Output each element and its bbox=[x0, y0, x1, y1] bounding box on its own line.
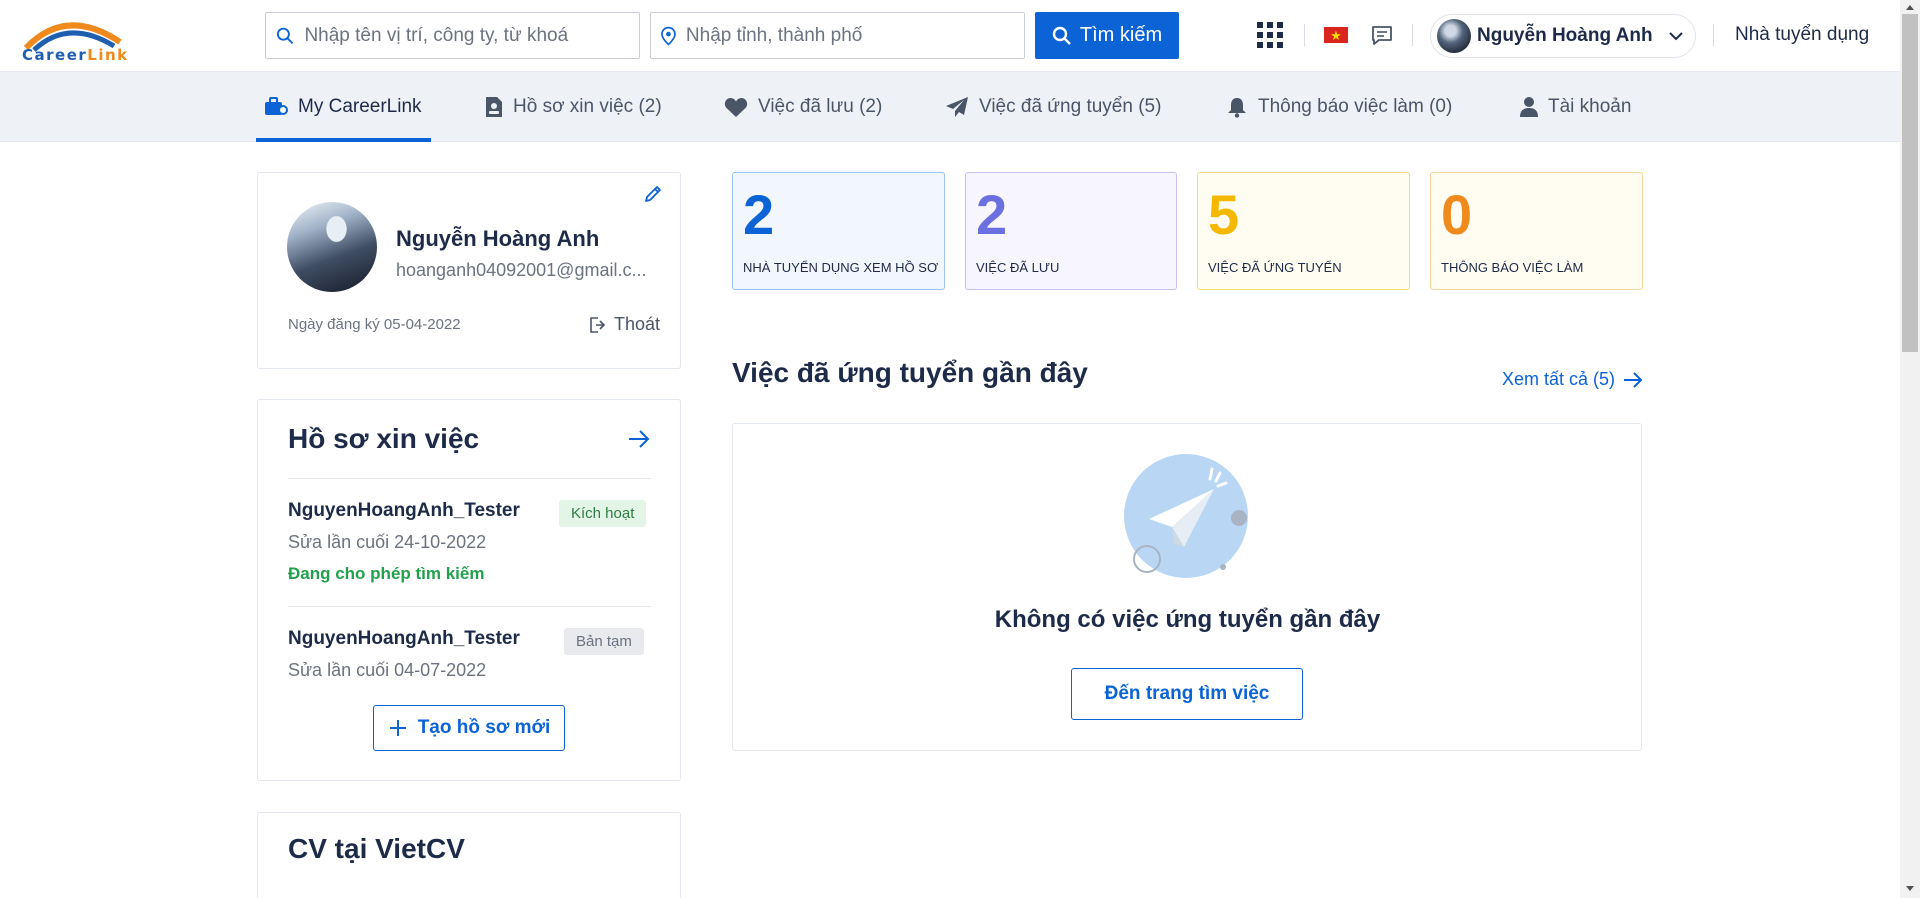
user-icon bbox=[1520, 97, 1538, 117]
chevron-down-icon bbox=[1668, 32, 1683, 41]
stat-value: 0 bbox=[1441, 183, 1473, 246]
status-badge: Kích hoạt bbox=[559, 500, 647, 527]
logo-text: CareerLink bbox=[22, 46, 129, 64]
go-to-jobs-button[interactable]: Đến trang tìm việc bbox=[1071, 668, 1303, 720]
divider bbox=[288, 478, 651, 479]
paper-plane-illustration-icon bbox=[1124, 454, 1248, 578]
empty-state-message: Không có việc ứng tuyển gần đây bbox=[994, 606, 1381, 633]
vietnam-flag-icon[interactable]: ★ bbox=[1324, 27, 1348, 43]
logout-icon bbox=[590, 316, 606, 333]
see-all-link[interactable]: Xem tất cả (5) bbox=[1502, 369, 1643, 390]
profile-name: Nguyễn Hoàng Anh bbox=[396, 226, 600, 251]
tab-label: Tài khoản bbox=[1548, 96, 1632, 117]
logout-button[interactable]: Thoát bbox=[588, 314, 660, 335]
vietcv-title: CV tại VietCV bbox=[288, 833, 465, 864]
plus-icon bbox=[389, 720, 406, 736]
tab-label: My CareerLink bbox=[298, 96, 422, 117]
divider bbox=[288, 606, 651, 607]
resume-edited-date: Sửa lần cuối 04-07-2022 bbox=[288, 660, 487, 680]
search-button[interactable]: Tìm kiếm bbox=[1035, 12, 1179, 59]
heart-icon bbox=[724, 97, 748, 117]
profile-avatar bbox=[287, 202, 377, 292]
see-all-label: Xem tất cả (5) bbox=[1502, 369, 1616, 389]
stat-label: THÔNG BÁO VIỆC LÀM bbox=[1441, 260, 1584, 275]
arrow-right-icon bbox=[1624, 371, 1643, 388]
tab-resumes[interactable]: Hồ sơ xin việc (2) bbox=[485, 72, 662, 142]
tab-saved-jobs[interactable]: Việc đã lưu (2) bbox=[724, 72, 882, 142]
registration-date: Ngày đăng ký 05-04-2022 bbox=[288, 316, 461, 333]
user-name: Nguyễn Hoàng Anh bbox=[1477, 25, 1653, 46]
briefcase-user-icon bbox=[265, 97, 288, 115]
create-resume-button[interactable]: Tạo hồ sơ mới bbox=[373, 705, 565, 751]
profile-email: hoanganh04092001@gmail.c... bbox=[396, 260, 647, 280]
apps-grid-icon[interactable] bbox=[1257, 22, 1283, 48]
stat-saved-jobs[interactable]: 2 VIỆC ĐÃ LƯU bbox=[965, 172, 1177, 290]
scrollbar-thumb[interactable] bbox=[1902, 14, 1918, 352]
stat-label: VIỆC ĐÃ LƯU bbox=[976, 260, 1060, 275]
status-badge: Bản tạm bbox=[564, 628, 644, 655]
tab-account[interactable]: Tài khoản bbox=[1520, 72, 1631, 142]
careerlink-logo[interactable]: CareerLink bbox=[20, 12, 129, 64]
account-nav: My CareerLink Hồ sơ xin việc (2) Việc đã… bbox=[0, 72, 1900, 142]
divider bbox=[1412, 24, 1413, 46]
divider bbox=[1713, 24, 1714, 46]
stat-applied-jobs[interactable]: 5 VIỆC ĐÃ ỨNG TUYỂN bbox=[1197, 172, 1410, 290]
tab-applied-jobs[interactable]: Việc đã ứng tuyển (5) bbox=[945, 72, 1161, 142]
stat-value: 2 bbox=[743, 183, 775, 246]
pencil-icon[interactable] bbox=[643, 184, 663, 204]
scroll-up-arrow-icon[interactable] bbox=[1904, 2, 1916, 12]
keyword-search-input[interactable] bbox=[304, 24, 639, 47]
tab-label: Thông báo việc làm (0) bbox=[1258, 96, 1453, 117]
divider bbox=[1304, 24, 1305, 46]
bell-icon bbox=[1228, 98, 1246, 118]
scroll-down-arrow-icon[interactable] bbox=[1904, 884, 1916, 894]
avatar bbox=[1437, 19, 1471, 53]
stat-value: 5 bbox=[1208, 183, 1240, 246]
user-menu[interactable]: Nguyễn Hoàng Anh bbox=[1430, 14, 1696, 58]
resume-name[interactable]: NguyenHoangAnh_Tester bbox=[288, 500, 520, 522]
stat-value: 2 bbox=[976, 183, 1008, 246]
employer-link[interactable]: Nhà tuyển dụng bbox=[1735, 24, 1869, 46]
resumes-title: Hồ sơ xin việc bbox=[288, 423, 480, 454]
tab-label: Hồ sơ xin việc (2) bbox=[513, 96, 662, 117]
top-header: CareerLink Tìm kiếm ★ Nguyễn Hoàng Anh N… bbox=[0, 0, 1900, 72]
stat-label: VIỆC ĐÃ ỨNG TUYỂN bbox=[1208, 260, 1342, 275]
tab-label: Việc đã lưu (2) bbox=[758, 96, 883, 117]
document-icon bbox=[486, 97, 502, 117]
resume-edited-date: Sửa lần cuối 24-10-2022 bbox=[288, 532, 487, 552]
tab-label: Việc đã ứng tuyển (5) bbox=[979, 96, 1162, 117]
search-icon bbox=[276, 27, 294, 44]
stat-profile-views[interactable]: 2 NHÀ TUYỂN DỤNG XEM HỒ SƠ bbox=[732, 172, 945, 290]
chat-icon[interactable] bbox=[1371, 24, 1393, 46]
create-resume-label: Tạo hồ sơ mới bbox=[417, 717, 551, 738]
stat-label: NHÀ TUYỂN DỤNG XEM HỒ SƠ bbox=[743, 260, 939, 275]
search-icon bbox=[1052, 26, 1071, 45]
resume-search-status: Đang cho phép tìm kiếm bbox=[288, 564, 485, 583]
stat-job-alerts[interactable]: 0 THÔNG BÁO VIỆC LÀM bbox=[1430, 172, 1643, 290]
recent-applications-title: Việc đã ứng tuyển gần đây bbox=[732, 357, 1088, 388]
go-to-jobs-label: Đến trang tìm việc bbox=[1104, 683, 1270, 704]
resume-name[interactable]: NguyenHoangAnh_Tester bbox=[288, 628, 520, 650]
paper-plane-icon bbox=[946, 97, 968, 117]
location-pin-icon bbox=[661, 26, 676, 45]
location-search-field[interactable] bbox=[650, 12, 1025, 59]
tab-job-alerts[interactable]: Thông báo việc làm (0) bbox=[1226, 72, 1452, 142]
logout-label: Thoát bbox=[614, 314, 661, 334]
arrow-right-icon[interactable] bbox=[627, 429, 651, 449]
search-button-label: Tìm kiếm bbox=[1079, 24, 1163, 46]
location-search-input[interactable] bbox=[685, 24, 1024, 47]
keyword-search-field[interactable] bbox=[265, 12, 640, 59]
tab-my-careerlink[interactable]: My CareerLink bbox=[256, 72, 431, 142]
